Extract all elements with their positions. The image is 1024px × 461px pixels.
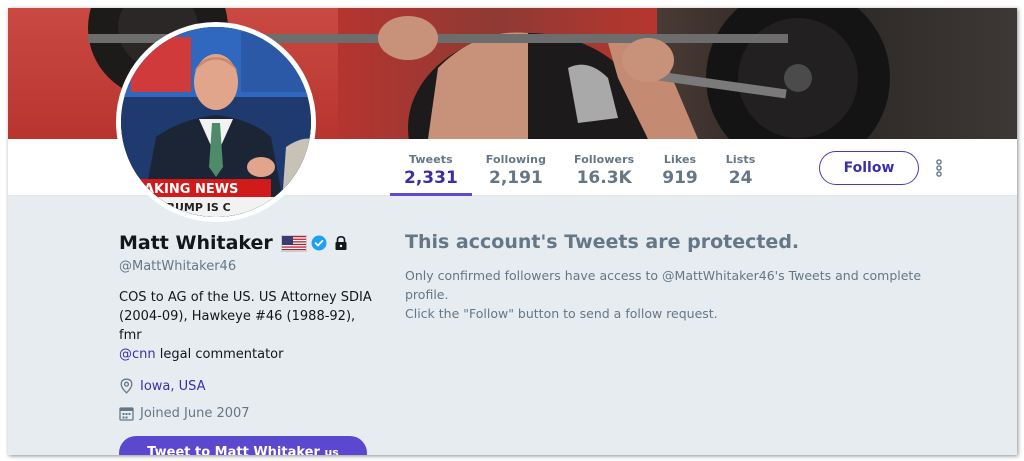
profile-card: Matt Whitaker @MattWhitaker46 COS to AG … — [119, 230, 379, 455]
calendar-icon — [119, 406, 134, 421]
stat-label: Lists — [725, 153, 756, 166]
profile-handle[interactable]: @MattWhitaker46 — [119, 259, 379, 274]
bio-mention-link[interactable]: @cnn — [119, 347, 156, 362]
tweet-to-emoji: us — [324, 446, 339, 455]
stat-following[interactable]: Following 2,191 — [472, 139, 560, 196]
more-vertical-icon[interactable] — [928, 157, 950, 179]
stat-followers[interactable]: Followers 16.3K — [560, 139, 648, 196]
location-link[interactable]: Iowa, USA — [140, 379, 206, 394]
protected-message-line-1: Only confirmed followers have access to … — [405, 268, 922, 302]
protected-message-line-2: Click the "Follow" button to send a foll… — [405, 306, 718, 321]
stat-label: Tweets — [408, 153, 453, 166]
tweet-to-button[interactable]: Tweet to Matt Whitaker us — [119, 436, 367, 455]
stat-value: 919 — [662, 168, 698, 188]
avatar[interactable]: REAKING NEWS TRUMP IS C — [116, 22, 316, 222]
stat-value: 2,331 — [404, 168, 458, 188]
tweet-to-label: Tweet to Matt Whitaker — [147, 445, 320, 455]
stat-value: 2,191 — [489, 168, 543, 188]
name-row: Matt Whitaker — [119, 230, 379, 256]
bio-text: COS to AG of the US. US Attorney SDIA (2… — [119, 290, 372, 343]
profile-bio: COS to AG of the US. US Attorney SDIA (2… — [119, 288, 379, 364]
stat-label: Followers — [574, 153, 635, 166]
location-pin-icon — [120, 378, 133, 394]
bio-tail: legal commentator — [155, 347, 284, 362]
stat-label: Following — [485, 153, 547, 166]
stat-lists[interactable]: Lists 24 — [712, 139, 770, 196]
profile-page: Tweets 2,331 Following 2,191 Followers 1… — [8, 8, 1017, 455]
profile-joined: Joined June 2007 — [119, 404, 379, 422]
profile-name[interactable]: Matt Whitaker — [119, 232, 273, 254]
protected-title: This account's Tweets are protected. — [405, 231, 800, 253]
stat-tweets[interactable]: Tweets 2,331 — [390, 139, 472, 196]
us-flag-icon — [280, 234, 307, 252]
profile-location: Iowa, USA — [119, 377, 379, 395]
joined-date: Joined June 2007 — [140, 405, 250, 421]
stat-label: Likes — [663, 153, 697, 166]
avatar-subcaption: TRUMP IS C — [159, 201, 231, 214]
stat-likes[interactable]: Likes 919 — [648, 139, 712, 196]
stat-value: 16.3K — [576, 168, 632, 188]
follow-button[interactable]: Follow — [819, 151, 919, 185]
protected-message: Only confirmed followers have access to … — [405, 266, 965, 323]
stat-value: 24 — [728, 168, 753, 188]
protected-notice: This account's Tweets are protected. Onl… — [405, 230, 965, 323]
profile-stats: Tweets 2,331 Following 2,191 Followers 1… — [390, 139, 769, 196]
verified-badge-icon — [311, 235, 327, 251]
lock-icon — [335, 235, 347, 250]
